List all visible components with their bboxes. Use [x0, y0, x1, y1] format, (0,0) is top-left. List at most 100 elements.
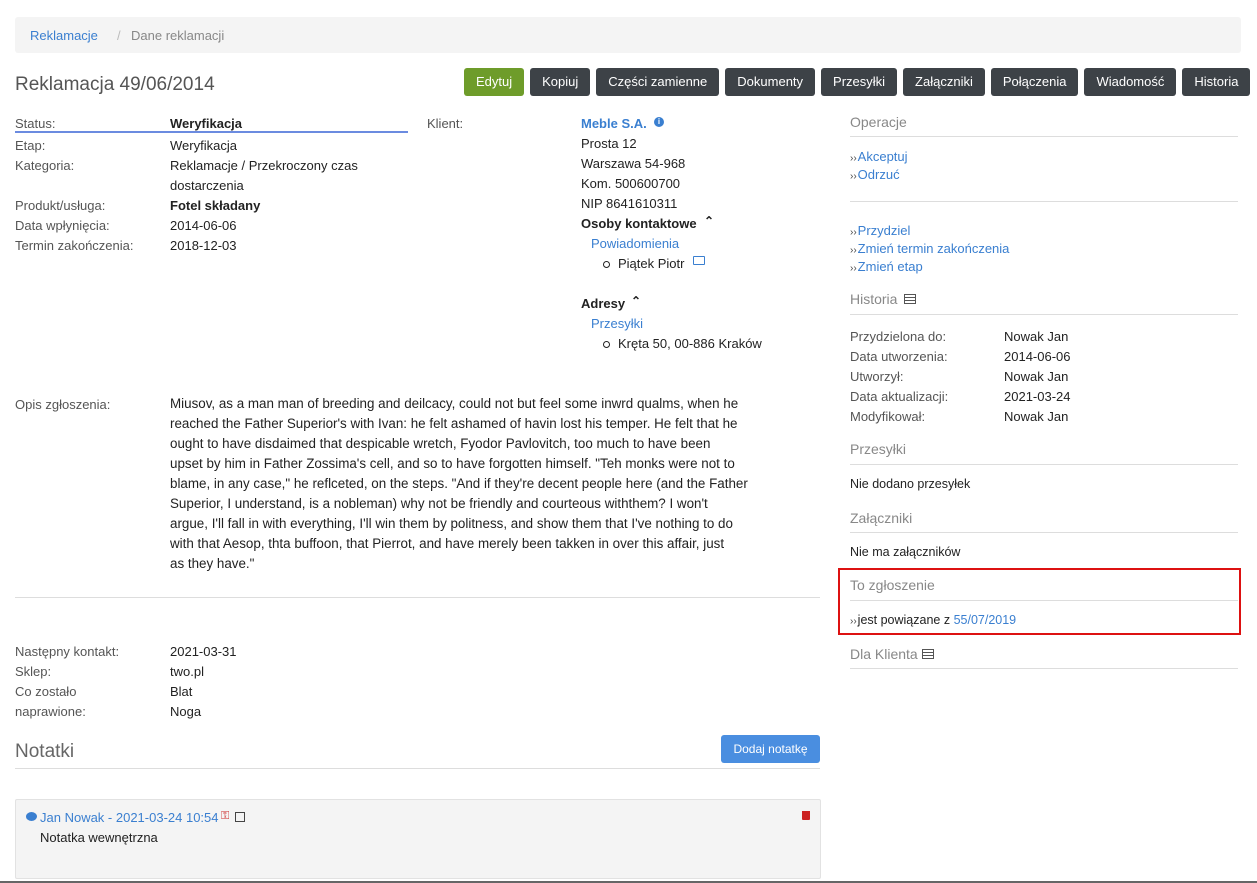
envelope-icon[interactable] [693, 256, 705, 265]
assign-link[interactable]: ››Przydziel [850, 223, 910, 238]
description-line: blame, in any case," he reflceted, on th… [170, 476, 748, 491]
breadcrumb-link-reklamacje[interactable]: Reklamacje [30, 28, 98, 43]
description-line: Miusov, as a man man of breeding and dei… [170, 396, 739, 411]
double-chevron-icon: ›› [850, 153, 857, 164]
description-line: with that Aesop, thta buffoon, that Pier… [170, 536, 725, 551]
breadcrumb: Reklamacje / Dane reklamacji [15, 17, 1241, 53]
double-chevron-icon: ›› [850, 263, 857, 274]
divider [850, 314, 1238, 315]
for-client-header: Dla Klienta [850, 646, 918, 662]
category-value: Reklamacje / Przekroczony czas [170, 158, 358, 173]
client-name-link[interactable]: Meble S.A. [581, 116, 647, 131]
assign-link-label[interactable]: Przydziel [858, 223, 911, 238]
double-chevron-icon: ›› [850, 227, 857, 238]
list-icon[interactable] [922, 649, 934, 659]
bullet-icon [603, 261, 610, 269]
creator-value: Nowak Jan [1004, 369, 1069, 384]
change-deadline-link[interactable]: ››Zmień termin zakończenia [850, 241, 1009, 256]
client-label: Klient: [427, 116, 464, 131]
shop-value: two.pl [170, 664, 204, 679]
note-author-link[interactable]: Jan Nowak - 2021-03-24 10:54 [40, 810, 219, 825]
change-stage-link[interactable]: ››Zmień etap [850, 259, 923, 274]
contact-person-item: Piątek Piotr [603, 256, 684, 271]
related-ticket-row: ››jest powiązane z 55/07/2019 [850, 613, 1016, 627]
repaired-label: Co zostało [15, 684, 77, 699]
notifications-link[interactable]: Powiadomienia [591, 236, 679, 251]
product-value: Fotel składany [170, 198, 261, 213]
repaired-value-cont: Noga [170, 704, 202, 719]
description-text: Miusov, as a man man of breeding and dei… [170, 394, 760, 574]
operations-header: Operacje [850, 114, 907, 130]
key-icon[interactable]: ⚿ [221, 810, 229, 823]
status-label: Status: [15, 116, 56, 131]
attachments-header: Załączniki [850, 510, 913, 526]
trash-icon[interactable] [802, 811, 810, 820]
status-value: Weryfikacja [170, 116, 243, 131]
received-date-value: 2014-06-06 [170, 218, 237, 233]
accept-link[interactable]: ››Akceptuj [850, 149, 908, 164]
change-deadline-link-label[interactable]: Zmień termin zakończenia [858, 241, 1010, 256]
stage-value: Weryfikacja [170, 138, 237, 153]
repaired-label-cont: naprawione: [15, 704, 86, 719]
message-button[interactable]: Wiadomość [1084, 68, 1177, 96]
reject-link-label[interactable]: Odrzuć [858, 167, 900, 182]
divider [850, 600, 1238, 601]
history-header: Historia [850, 291, 898, 307]
client-phone: Kom. 500600700 [581, 176, 681, 191]
notes-header: Notatki [15, 741, 75, 762]
modifier-label: Modyfikował: [850, 409, 926, 424]
chevron-up-icon[interactable]: ⌃ [631, 294, 641, 308]
description-line: reached the Father Superior's with Ivan:… [170, 416, 738, 431]
stage-label: Etap: [15, 138, 46, 153]
chevron-up-icon[interactable]: ⌃ [704, 214, 714, 228]
double-chevron-icon: ›› [850, 616, 857, 627]
modifier-value: Nowak Jan [1004, 409, 1069, 424]
address-shipments-link[interactable]: Przesyłki [591, 316, 643, 331]
status-underline [15, 131, 408, 133]
toolbar: Edytuj Kopiuj Części zamienne Dokumenty … [464, 68, 1251, 96]
copy-button[interactable]: Kopiuj [530, 68, 591, 96]
spare-parts-button[interactable]: Części zamienne [596, 68, 720, 96]
bullet-icon [603, 341, 610, 349]
received-date-label: Data wpłynięcia: [15, 218, 110, 233]
shop-label: Sklep: [15, 664, 52, 679]
contact-person-name: Piątek Piotr [618, 256, 685, 271]
connections-button[interactable]: Połączenia [990, 68, 1079, 96]
client-street: Prosta 12 [581, 136, 637, 151]
comment-icon [26, 812, 37, 821]
divider [850, 668, 1238, 669]
copy-icon[interactable] [235, 812, 245, 822]
attachments-empty-text: Nie ma załączników [850, 545, 961, 559]
list-icon[interactable] [904, 294, 916, 304]
change-stage-link-label[interactable]: Zmień etap [858, 259, 923, 274]
attachments-button[interactable]: Załączniki [903, 68, 985, 96]
shipments-empty-text: Nie dodano przesyłek [850, 477, 971, 491]
accept-link-label[interactable]: Akceptuj [858, 149, 908, 164]
updated-value: 2021-03-24 [1004, 389, 1071, 404]
reject-link[interactable]: ››Odrzuć [850, 167, 900, 182]
description-line: Superior, I understand, is a nobleman) w… [170, 496, 708, 511]
note-text: Notatka wewnętrzna [40, 830, 158, 845]
divider [850, 136, 1238, 137]
related-prefix: jest powiązane z [857, 613, 951, 627]
history-button[interactable]: Historia [1182, 68, 1251, 96]
next-contact-label: Następny kontakt: [15, 644, 120, 659]
description-line: upset by him in Father Zossima's cell, a… [170, 456, 735, 471]
address-item: Kręta 50, 00-886 Kraków [603, 336, 762, 351]
related-ticket-link[interactable]: 55/07/2019 [954, 613, 1017, 627]
product-label: Produkt/usługa: [15, 198, 106, 213]
page-title: Reklamacja 49/06/2014 [15, 74, 215, 95]
description-label: Opis zgłoszenia: [15, 397, 111, 412]
description-line: as they have." [170, 556, 255, 571]
deadline-label: Termin zakończenia: [15, 238, 134, 253]
edit-button[interactable]: Edytuj [464, 68, 525, 96]
double-chevron-icon: ›› [850, 245, 857, 256]
category-value-cont: dostarczenia [170, 178, 244, 193]
info-icon[interactable]: i [654, 117, 664, 127]
add-note-button[interactable]: Dodaj notatkę [721, 735, 820, 763]
next-contact-value: 2021-03-31 [170, 644, 237, 659]
this-ticket-header: To zgłoszenie [850, 577, 935, 593]
updated-label: Data aktualizacji: [850, 389, 949, 404]
shipments-button[interactable]: Przesyłki [821, 68, 898, 96]
documents-button[interactable]: Dokumenty [725, 68, 816, 96]
